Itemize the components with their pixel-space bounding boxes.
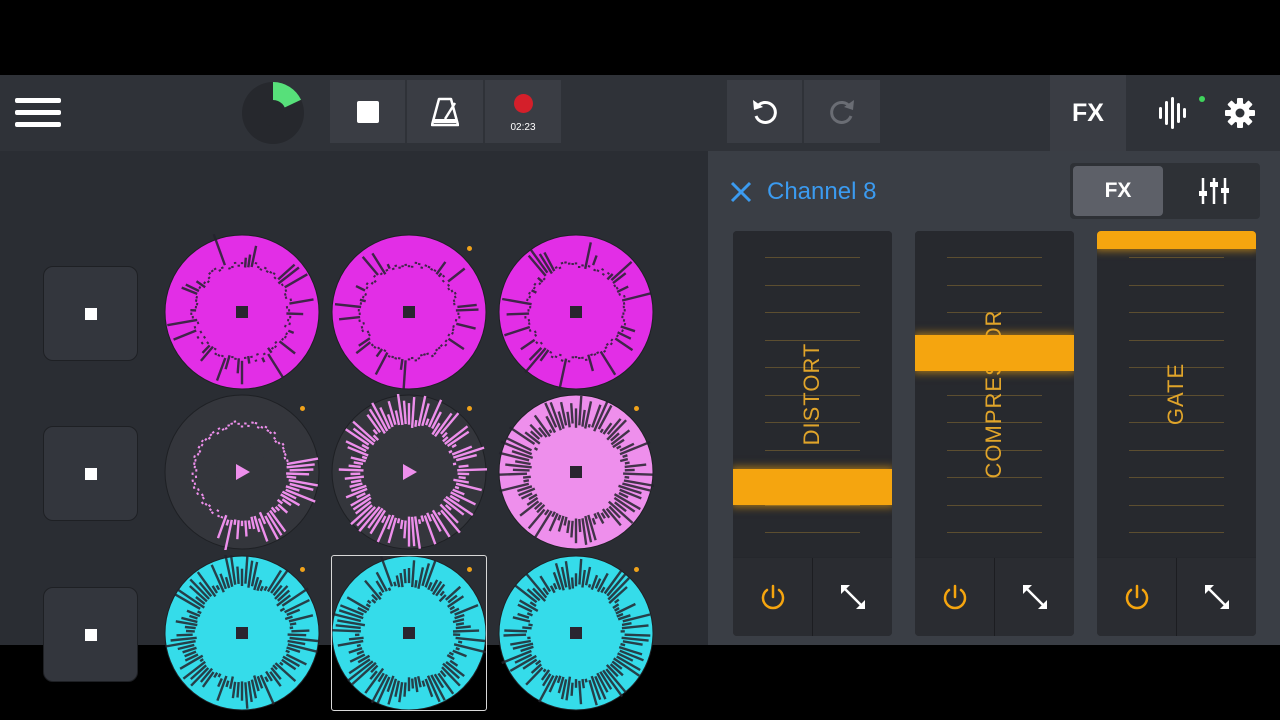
tab-mixer[interactable] [1170, 166, 1257, 216]
fx-name-label: DISTORT [799, 342, 824, 446]
stop-icon [84, 307, 97, 320]
row-2-stop-button[interactable] [43, 426, 138, 521]
clip-pad-r1-c3[interactable] [498, 234, 654, 390]
live-indicator [1199, 96, 1205, 102]
fx-slot-3: GATE [1097, 231, 1256, 636]
expand-icon [1204, 585, 1229, 609]
power-icon [1125, 584, 1148, 610]
fx-controls [915, 558, 1074, 636]
fx-level-slider[interactable]: COMPRESSOR [915, 231, 1074, 557]
panel-tabs: FX [1070, 163, 1260, 219]
fx-controls [733, 558, 892, 636]
row-3-stop-button[interactable] [43, 587, 138, 682]
fx-level-handle[interactable] [1097, 231, 1256, 249]
pad-indicator-dot [300, 567, 305, 572]
fx-panel: Channel 8 FX DISTORT COMPRESSOR GATE [708, 151, 1280, 645]
metronome-button[interactable] [407, 80, 483, 143]
fx-toggle-button[interactable]: FX [1050, 75, 1126, 151]
fx-expand-button[interactable] [813, 558, 892, 636]
fx-power-button[interactable] [1097, 558, 1177, 636]
tab-fx[interactable]: FX [1073, 166, 1163, 216]
pad-indicator-dot [467, 246, 472, 251]
clip-pad-r1-c1[interactable] [164, 234, 320, 390]
top-toolbar: 02:23 FX [0, 75, 1280, 151]
expand-icon [1022, 585, 1047, 609]
undo-button[interactable] [727, 80, 802, 143]
stop-icon [84, 467, 97, 480]
channel-title: Channel 8 [767, 178, 877, 205]
pad-indicator-dot [634, 406, 639, 411]
fx-controls [1097, 558, 1256, 636]
row-1-stop-button[interactable] [43, 266, 138, 361]
power-icon [943, 584, 966, 610]
redo-icon [830, 99, 854, 124]
fx-level-handle[interactable] [733, 468, 892, 505]
selected-pad-outline [331, 555, 487, 711]
metronome-icon [431, 97, 459, 126]
clip-pad-r3-c1[interactable] [164, 555, 320, 711]
clip-pad-r2-c1[interactable] [164, 394, 320, 550]
waveform-icon [1159, 97, 1186, 129]
fx-label: FX [1072, 98, 1104, 127]
clip-pad-r2-c3[interactable] [498, 394, 654, 550]
mixer-sliders-icon [1198, 178, 1229, 204]
fx-expand-button[interactable] [995, 558, 1074, 636]
undo-icon [752, 99, 777, 124]
pad-indicator-dot [467, 406, 472, 411]
expand-icon [840, 585, 865, 609]
stop-icon [84, 628, 97, 641]
fx-name-label: GATE [1163, 362, 1188, 426]
gear-icon [1225, 98, 1255, 128]
fx-expand-button[interactable] [1177, 558, 1256, 636]
clip-pad-r3-c2[interactable] [331, 555, 487, 711]
app-window: 02:23 FX Channel 8 FX DISTORT COMPRESSOR… [0, 75, 1280, 711]
clip-pad-r3-c3[interactable] [498, 555, 654, 711]
stop-button[interactable] [330, 80, 405, 143]
power-icon [761, 584, 784, 610]
clip-pad-r1-c2[interactable] [331, 234, 487, 390]
fx-slot-1: DISTORT [733, 231, 892, 636]
fx-power-button[interactable] [915, 558, 995, 636]
clip-pad-r2-c2[interactable] [331, 394, 487, 550]
hamburger-menu-icon [15, 98, 61, 127]
pad-indicator-dot [634, 567, 639, 572]
fx-level-slider[interactable]: DISTORT [733, 231, 892, 557]
fx-slot-2: COMPRESSOR [915, 231, 1074, 636]
stop-icon [356, 100, 379, 123]
menu-button[interactable] [10, 93, 66, 133]
pad-indicator-dot [467, 567, 472, 572]
fx-level-handle[interactable] [915, 335, 1074, 372]
settings-button[interactable] [1218, 91, 1262, 135]
tab-fx-label: FX [1104, 179, 1132, 202]
fx-power-button[interactable] [733, 558, 813, 636]
record-time: 02:23 [510, 122, 536, 133]
fx-level-slider[interactable]: GATE [1097, 231, 1256, 557]
record-icon [513, 94, 533, 113]
close-icon [730, 181, 752, 203]
pad-indicator-dot [300, 406, 305, 411]
loop-progress-dial [240, 80, 306, 146]
record-button[interactable]: 02:23 [485, 80, 561, 143]
main-content: Channel 8 FX DISTORT COMPRESSOR GATE [0, 151, 1280, 711]
waveform-button[interactable] [1140, 93, 1210, 133]
redo-button[interactable] [804, 80, 880, 143]
close-panel-button[interactable] [728, 179, 754, 205]
